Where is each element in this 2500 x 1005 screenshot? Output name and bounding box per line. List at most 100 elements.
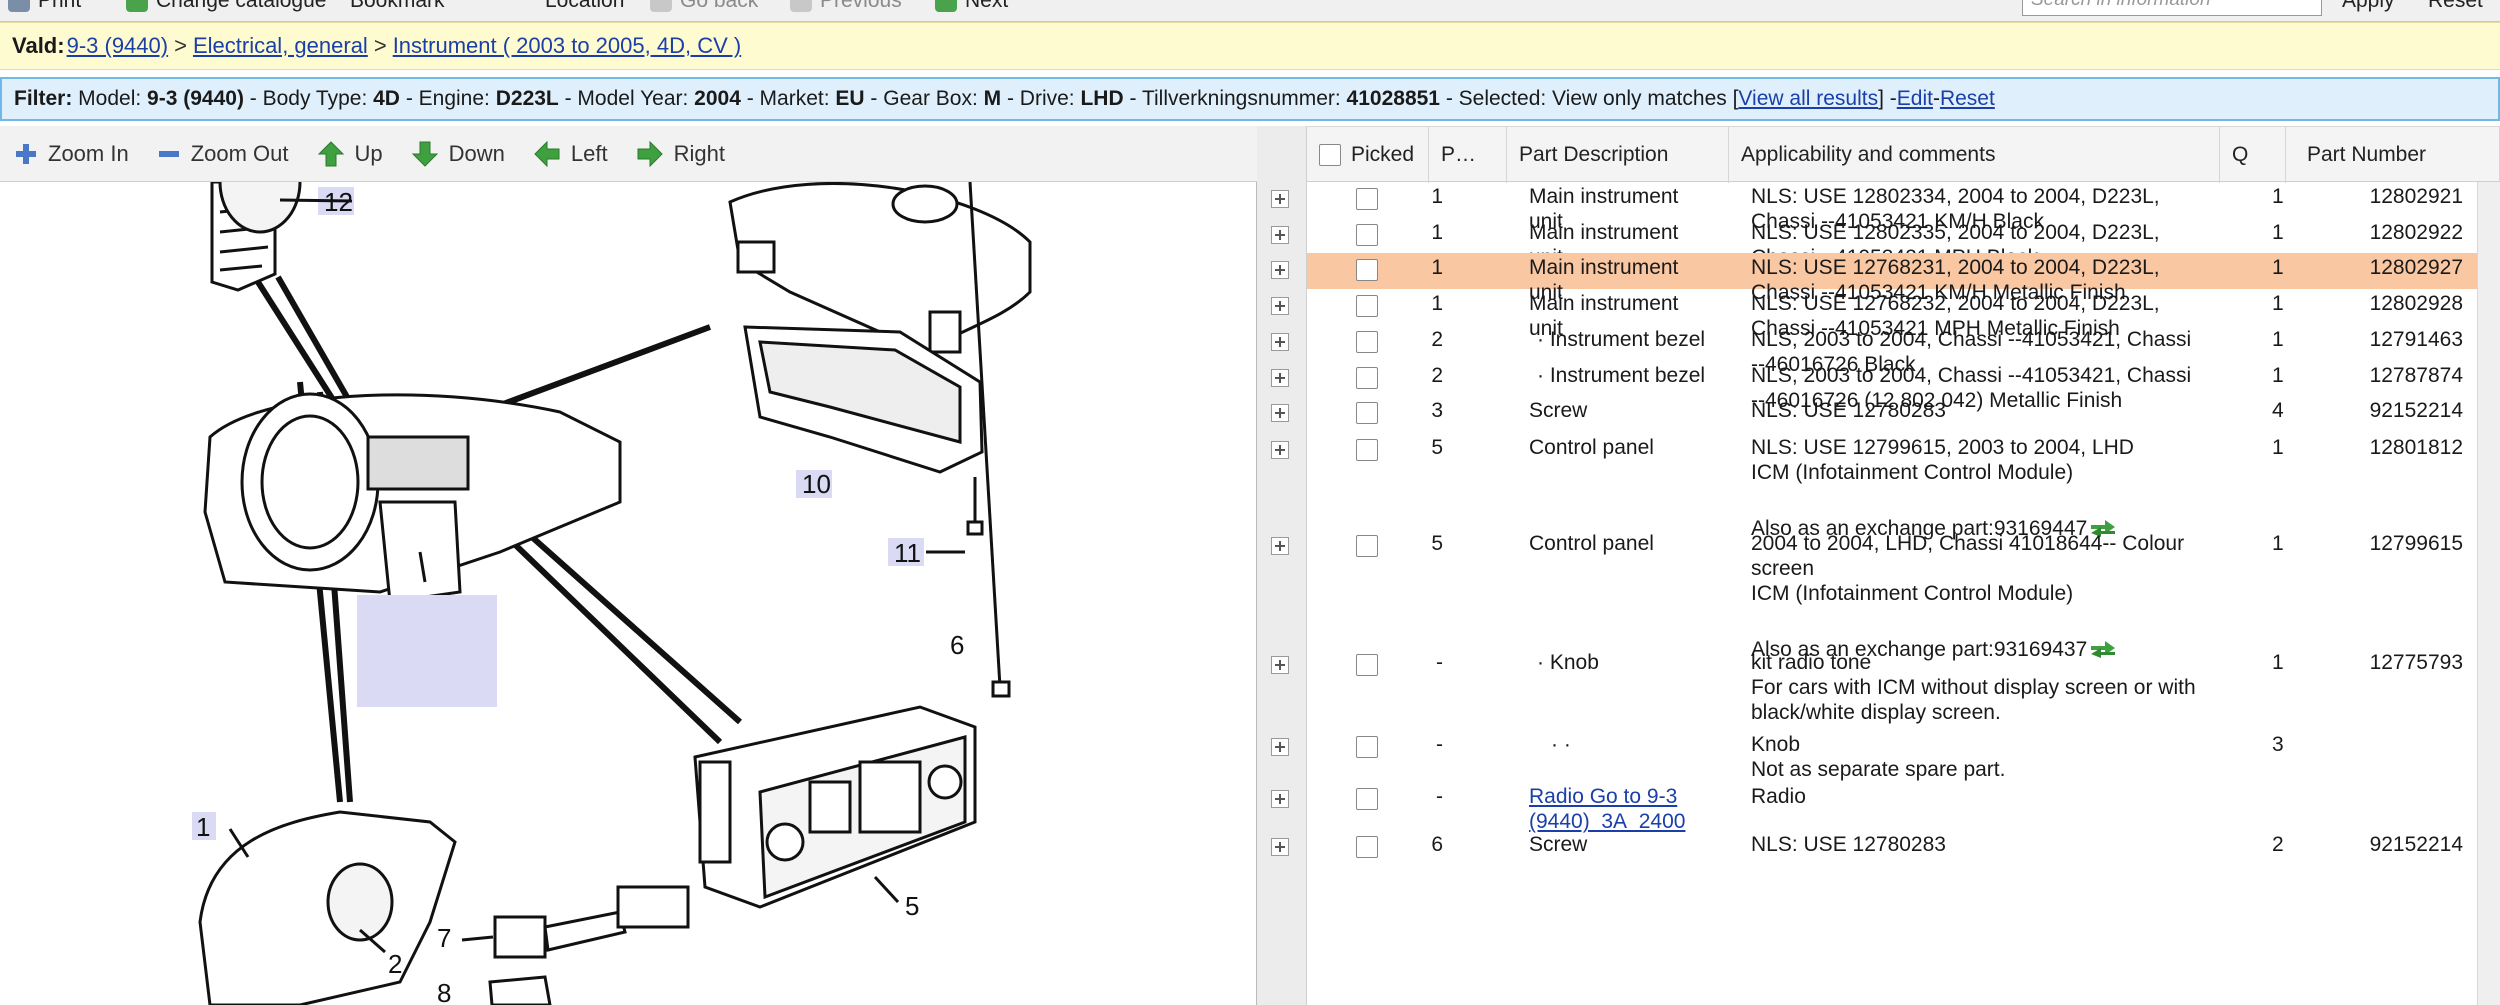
expand-row-button[interactable] (1271, 404, 1289, 422)
expand-row-button[interactable] (1271, 738, 1289, 756)
column-quantity[interactable]: Q (2220, 127, 2286, 183)
pan-down-button[interactable]: Down (411, 140, 505, 168)
applicability-line: NLS: USE 12780283 (1751, 833, 1946, 856)
description-line: Control panel (1529, 436, 1654, 459)
expand-row-button[interactable] (1271, 226, 1289, 244)
picked-checkbox[interactable] (1356, 367, 1378, 389)
label-10[interactable]: 10 (802, 469, 831, 499)
column-position[interactable]: P… (1429, 127, 1507, 183)
column-part-description[interactable]: Part Description (1507, 127, 1729, 183)
radio-goto-link[interactable]: Radio Go to 9-3 (1529, 784, 1729, 809)
table-row[interactable]: 2 · Instrument bezel NLS, 2003 to 2004, Ch… (1257, 325, 2500, 376)
reset-filter-link[interactable]: Reset (1940, 87, 1995, 111)
part-number-cell[interactable]: 92152214 (2347, 832, 2463, 857)
picked-checkbox[interactable] (1356, 654, 1378, 676)
table-row[interactable]: 1 Main instrument unit NLS: USE 12768231, 2… (1257, 253, 2500, 304)
next-button[interactable]: Next (935, 0, 1008, 16)
position-cell: 1 (1431, 256, 1443, 279)
pan-up-button[interactable]: Up (317, 140, 383, 168)
part-number-cell[interactable]: 92152214 (2347, 398, 2463, 423)
expand-row-button[interactable] (1271, 441, 1289, 459)
go-back-button[interactable]: Go back (650, 0, 758, 16)
previous-button[interactable]: Previous (790, 0, 902, 16)
vertical-scrollbar[interactable] (2477, 182, 2500, 1005)
filter-key: - Market: (740, 87, 836, 110)
picked-checkbox[interactable] (1356, 836, 1378, 858)
pan-left-button[interactable]: Left (533, 140, 608, 168)
edit-filter-link[interactable]: Edit (1897, 87, 1933, 111)
picked-checkbox[interactable] (1356, 402, 1378, 424)
table-row[interactable]: 5 Control panel NLS: USE 12799615, 2003 to… (1257, 433, 2500, 540)
expand-row-button[interactable] (1271, 297, 1289, 315)
label-2[interactable]: 2 (388, 949, 402, 979)
zoom-in-button[interactable]: Zoom In (14, 141, 129, 167)
label-6[interactable]: 6 (950, 630, 964, 660)
column-part-number[interactable]: Part Number (2286, 127, 2500, 183)
table-row[interactable]: - · Knob kit radio tone For cars with ICM w… (1257, 648, 2500, 730)
part-number-cell[interactable]: 12802922 (2347, 220, 2463, 245)
label-7[interactable]: 7 (437, 923, 451, 953)
breadcrumb-model-link[interactable]: 9-3 (9440) (67, 33, 169, 59)
column-picked[interactable]: Picked (1307, 127, 1429, 183)
table-row[interactable]: - Radio Go to 9-3 (9440)_3A_2400 Radio (1257, 782, 2500, 833)
part-number-cell[interactable]: 12802921 (2347, 184, 2463, 209)
table-row[interactable]: 1 Main instrument unit NLS: USE 12802334, 2… (1257, 182, 2500, 233)
breadcrumb-section-link[interactable]: Instrument ( 2003 to 2005, 4D, CV ) (393, 33, 742, 59)
zoom-out-button[interactable]: Zoom Out (157, 141, 289, 167)
part-number-cell[interactable]: 12802928 (2347, 291, 2463, 316)
expand-row-button[interactable] (1271, 790, 1289, 808)
part-number-cell[interactable]: 12791463 (2347, 327, 2463, 352)
filter-key: - Tillverkningsnummer: (1123, 87, 1347, 110)
picked-checkbox[interactable] (1356, 439, 1378, 461)
picked-checkbox[interactable] (1356, 788, 1378, 810)
label-8[interactable]: 8 (437, 978, 451, 1005)
expand-row-button[interactable] (1271, 656, 1289, 674)
previous-arrow-icon (790, 0, 812, 12)
bookmark-button[interactable]: Bookmark (350, 0, 445, 16)
expand-row-button[interactable] (1271, 537, 1289, 555)
label-11[interactable]: 11 (894, 538, 921, 568)
picked-checkbox[interactable] (1356, 535, 1378, 557)
table-row[interactable]: 1Main instrumentunitNLS: USE 12802335, 2… (1257, 218, 2500, 269)
part-number-cell[interactable]: 12775793 (2347, 650, 2463, 675)
search-input[interactable]: Search in information (2022, 0, 2322, 16)
view-all-results-link[interactable]: View all results (1738, 87, 1878, 111)
table-row[interactable]: 5 Control panel 2004 to 2004, LHD, Chassi … (1257, 529, 2500, 661)
filter-key: - Drive: (1001, 87, 1081, 110)
expand-row-button[interactable] (1271, 333, 1289, 351)
reset-search-button[interactable]: Reset (2428, 0, 2483, 16)
table-header: Picked P… Part Description Applicability… (1307, 126, 2500, 183)
picked-checkbox[interactable] (1356, 331, 1378, 353)
description-cell[interactable]: Radio Go to 9-3 (9440)_3A_2400 (1529, 784, 1729, 834)
parts-diagram[interactable]: 12 10 11 6 1 2 5 7 8 (0, 130, 1257, 1005)
label-5[interactable]: 5 (905, 891, 919, 921)
pan-right-button[interactable]: Right (636, 140, 725, 168)
expand-row-button[interactable] (1271, 261, 1289, 279)
table-row[interactable]: 1 Main instrument unit NLS: USE 12768232, 2… (1257, 289, 2500, 340)
part-number-cell[interactable]: 12801812 (2347, 435, 2463, 460)
table-row[interactable]: 2 · Instrument bezel NLS, 2003 to 2004, Ch… (1257, 361, 2500, 412)
picked-checkbox[interactable] (1356, 188, 1378, 210)
select-all-checkbox[interactable] (1319, 144, 1341, 166)
part-number-cell[interactable]: 12802927 (2347, 255, 2463, 280)
table-row[interactable]: 6 Screw NLS: USE 12780283 2 92152214 (1257, 830, 2500, 870)
picked-checkbox[interactable] (1356, 224, 1378, 246)
part-number-cell[interactable]: 12787874 (2347, 363, 2463, 388)
column-applicability[interactable]: Applicability and comments (1729, 127, 2220, 183)
part-number-cell[interactable]: 12799615 (2347, 531, 2463, 556)
picked-checkbox[interactable] (1356, 736, 1378, 758)
change-catalogue-button[interactable]: Change catalogue (126, 0, 326, 16)
expand-row-button[interactable] (1271, 369, 1289, 387)
applicability-line: Knob (1751, 733, 1801, 756)
apply-button[interactable]: Apply (2342, 0, 2395, 16)
breadcrumb-group-link[interactable]: Electrical, general (193, 33, 368, 59)
expand-row-button[interactable] (1271, 838, 1289, 856)
table-row[interactable]: - · · Knob Not as separate spare part. 3 (1257, 730, 2500, 782)
print-button[interactable]: Print (8, 0, 81, 16)
picked-checkbox[interactable] (1356, 259, 1378, 281)
label-1[interactable]: 1 (196, 812, 210, 842)
filter-key: - Body Type: (243, 87, 374, 110)
picked-checkbox[interactable] (1356, 295, 1378, 317)
expand-row-button[interactable] (1271, 190, 1289, 208)
table-row[interactable]: 3 Screw NLS: USE 12780283 4 92152214 (1257, 396, 2500, 433)
